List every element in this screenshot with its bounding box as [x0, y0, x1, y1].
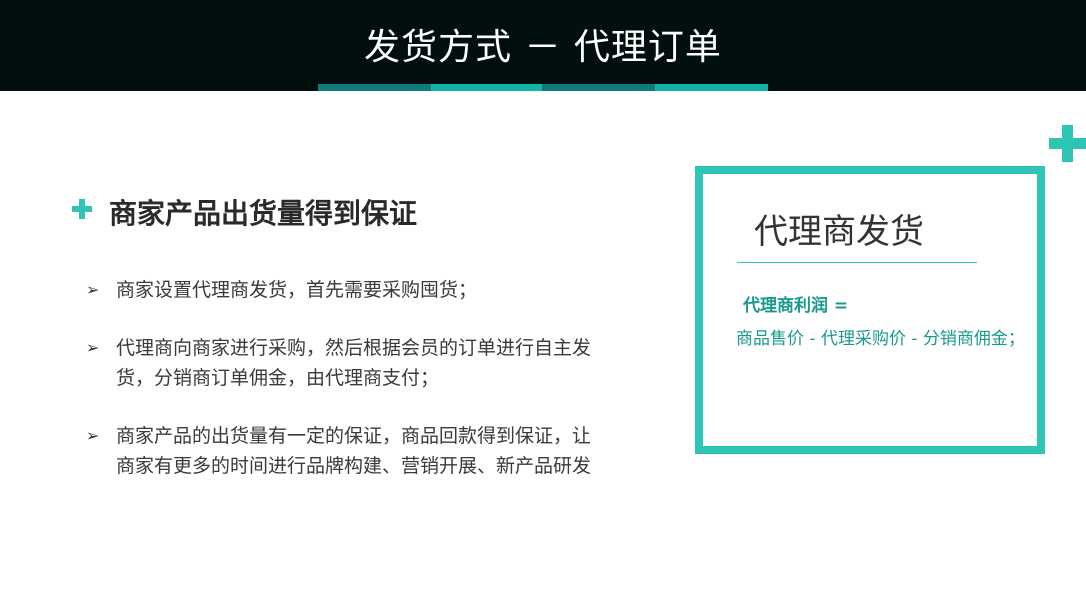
- accent-bar-segment: [431, 84, 542, 91]
- header-bar: 发货方式 － 代理订单: [0, 0, 1086, 91]
- list-item: ➢ 代理商向商家进行采购，然后根据会员的订单进行自主发货，分销商订单佣金，由代理…: [86, 333, 616, 393]
- plus-icon: [72, 199, 92, 219]
- arrowhead-bullet-icon: ➢: [86, 426, 100, 445]
- bullet-list: ➢ 商家设置代理商发货，首先需要采购囤货； ➢ 代理商向商家进行采购，然后根据会…: [86, 275, 616, 509]
- accent-bar-segment: [655, 84, 768, 91]
- arrowhead-bullet-icon: ➢: [86, 280, 100, 299]
- bullet-text: 商家设置代理商发货，首先需要采购囤货；: [116, 279, 478, 301]
- bullet-text: 商家产品的出货量有一定的保证，商品回款得到保证，让商家有更多的时间进行品牌构建、…: [116, 425, 592, 477]
- list-item: ➢ 商家设置代理商发货，首先需要采购囤货；: [86, 275, 616, 305]
- box-title: 代理商发货: [754, 212, 924, 252]
- agent-shipping-box: 代理商发货 代理商利润 = 商品售价 - 代理采购价 - 分销商佣金；: [695, 166, 1045, 454]
- accent-bar-segment: [318, 84, 431, 91]
- page-title: 发货方式 － 代理订单: [364, 27, 722, 68]
- plus-icon: [1049, 125, 1086, 162]
- formula-text: 商品售价 - 代理采购价 - 分销商佣金；: [736, 329, 1025, 349]
- divider: [737, 262, 977, 263]
- bullet-text: 代理商向商家进行采购，然后根据会员的订单进行自主发货，分销商订单佣金，由代理商支…: [116, 337, 592, 389]
- formula-label: 代理商利润 =: [743, 296, 849, 316]
- accent-bar-segment: [542, 84, 655, 91]
- arrowhead-bullet-icon: ➢: [86, 338, 100, 357]
- list-item: ➢ 商家产品的出货量有一定的保证，商品回款得到保证，让商家有更多的时间进行品牌构…: [86, 421, 616, 481]
- section-heading: 商家产品出货量得到保证: [109, 197, 418, 230]
